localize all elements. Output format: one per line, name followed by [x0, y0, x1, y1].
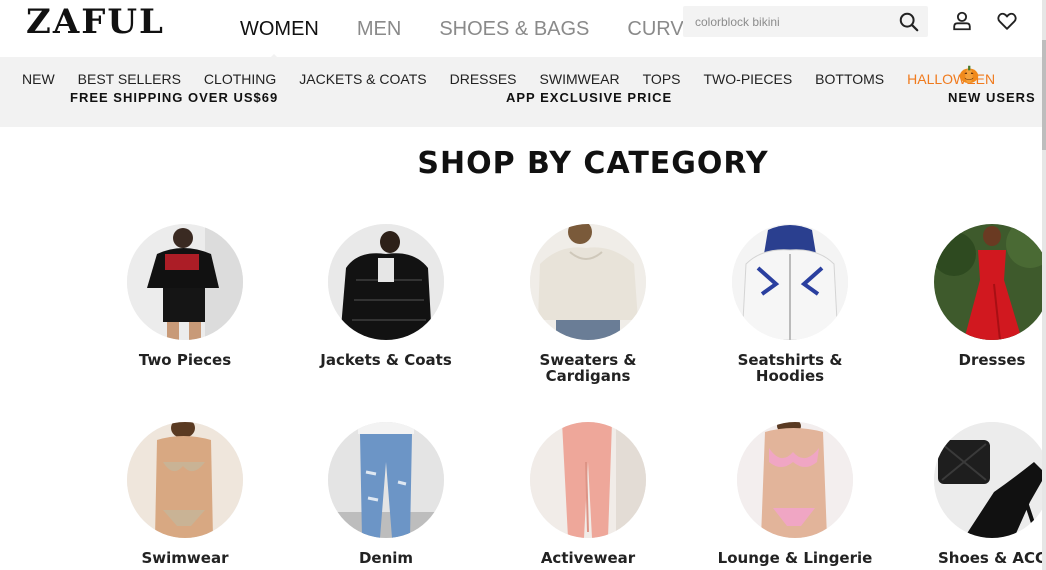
- page-scrollbar[interactable]: [1042, 0, 1046, 570]
- category-sweatshirts-hoodies[interactable]: Seatshirts & Hoodies: [700, 224, 880, 384]
- promo-app-exclusive: APP EXCLUSIVE PRICE: [506, 90, 673, 105]
- shoes-acc-image: [934, 422, 1046, 538]
- section-title: SHOP BY CATEGORY: [417, 146, 769, 181]
- promo-free-shipping: FREE SHIPPING OVER US$69: [70, 90, 279, 105]
- subnav-bottoms[interactable]: BOTTOMS: [815, 71, 884, 87]
- search-box: [683, 6, 928, 37]
- category-activewear[interactable]: Activewear: [498, 422, 678, 566]
- category-label: Lounge & Lingerie: [717, 549, 873, 567]
- site-header: ZAFUL WOMEN MEN SHOES & BAGS CURVE: [0, 0, 1046, 60]
- category-denim[interactable]: Denim: [296, 422, 476, 566]
- search-icon[interactable]: [898, 11, 920, 33]
- heart-icon[interactable]: [996, 10, 1018, 32]
- pumpkin-icon: [959, 65, 979, 84]
- subnav-jackets-coats[interactable]: JACKETS & COATS: [299, 71, 426, 87]
- sweatshirts-hoodies-image: [732, 224, 848, 340]
- nav-men[interactable]: MEN: [357, 16, 401, 42]
- search-input[interactable]: [683, 6, 888, 37]
- category-two-pieces[interactable]: Two Pieces: [95, 224, 275, 368]
- nav-women[interactable]: WOMEN: [240, 16, 319, 60]
- scrollbar-thumb[interactable]: [1042, 40, 1046, 150]
- category-jackets-coats[interactable]: Jackets & Coats: [296, 224, 476, 368]
- two-pieces-image: [127, 224, 243, 340]
- category-label: Two Pieces: [138, 351, 232, 369]
- category-label: Seatshirts & Hoodies: [737, 351, 843, 385]
- category-label: Activewear: [540, 549, 636, 567]
- lounge-lingerie-image: [737, 422, 853, 538]
- subnav-dresses[interactable]: DRESSES: [450, 71, 517, 87]
- category-label: Swimwear: [141, 549, 229, 567]
- category-dresses[interactable]: Dresses: [902, 224, 1046, 368]
- main-nav: WOMEN MEN SHOES & BAGS CURVE: [240, 16, 735, 60]
- category-sweaters-cardigans[interactable]: Sweaters & Cardigans: [498, 224, 678, 384]
- subnav-halloween[interactable]: HALLOWEEN: [907, 71, 995, 87]
- category-label: Jackets & Coats: [320, 351, 452, 369]
- swimwear-image: [127, 422, 243, 538]
- subnav-two-pieces[interactable]: TWO-PIECES: [704, 71, 793, 87]
- sweaters-cardigans-image: [530, 224, 646, 340]
- category-swimwear[interactable]: Swimwear: [95, 422, 275, 566]
- subnav-clothing[interactable]: CLOTHING: [204, 71, 276, 87]
- category-grid: Two Pieces Jackets & Coats Sweaters & Ca…: [0, 222, 1046, 570]
- subnav-new[interactable]: NEW: [22, 71, 55, 87]
- activewear-image: [530, 422, 646, 538]
- category-label: Shoes & ACC: [937, 549, 1046, 567]
- category-shoes-acc[interactable]: Shoes & ACC: [902, 422, 1046, 566]
- user-icon[interactable]: [951, 10, 973, 32]
- dresses-image: [934, 224, 1046, 340]
- category-lounge-lingerie[interactable]: Lounge & Lingerie: [705, 422, 885, 566]
- nav-shoes-bags[interactable]: SHOES & BAGS: [439, 16, 589, 42]
- category-label: Denim: [358, 549, 414, 567]
- subnav-best-sellers[interactable]: BEST SELLERS: [78, 71, 181, 87]
- jackets-coats-image: [328, 224, 444, 340]
- subnav-swimwear[interactable]: SWIMWEAR: [540, 71, 620, 87]
- promo-new-users: NEW USERS: [948, 90, 1036, 105]
- category-label: Sweaters & Cardigans: [539, 351, 637, 385]
- denim-image: [328, 422, 444, 538]
- category-subnav: NEW BEST SELLERS CLOTHING JACKETS & COAT…: [0, 57, 1046, 127]
- subnav-tops[interactable]: TOPS: [643, 71, 681, 87]
- category-label: Dresses: [958, 351, 1026, 369]
- zaful-logo[interactable]: ZAFUL: [26, 2, 165, 42]
